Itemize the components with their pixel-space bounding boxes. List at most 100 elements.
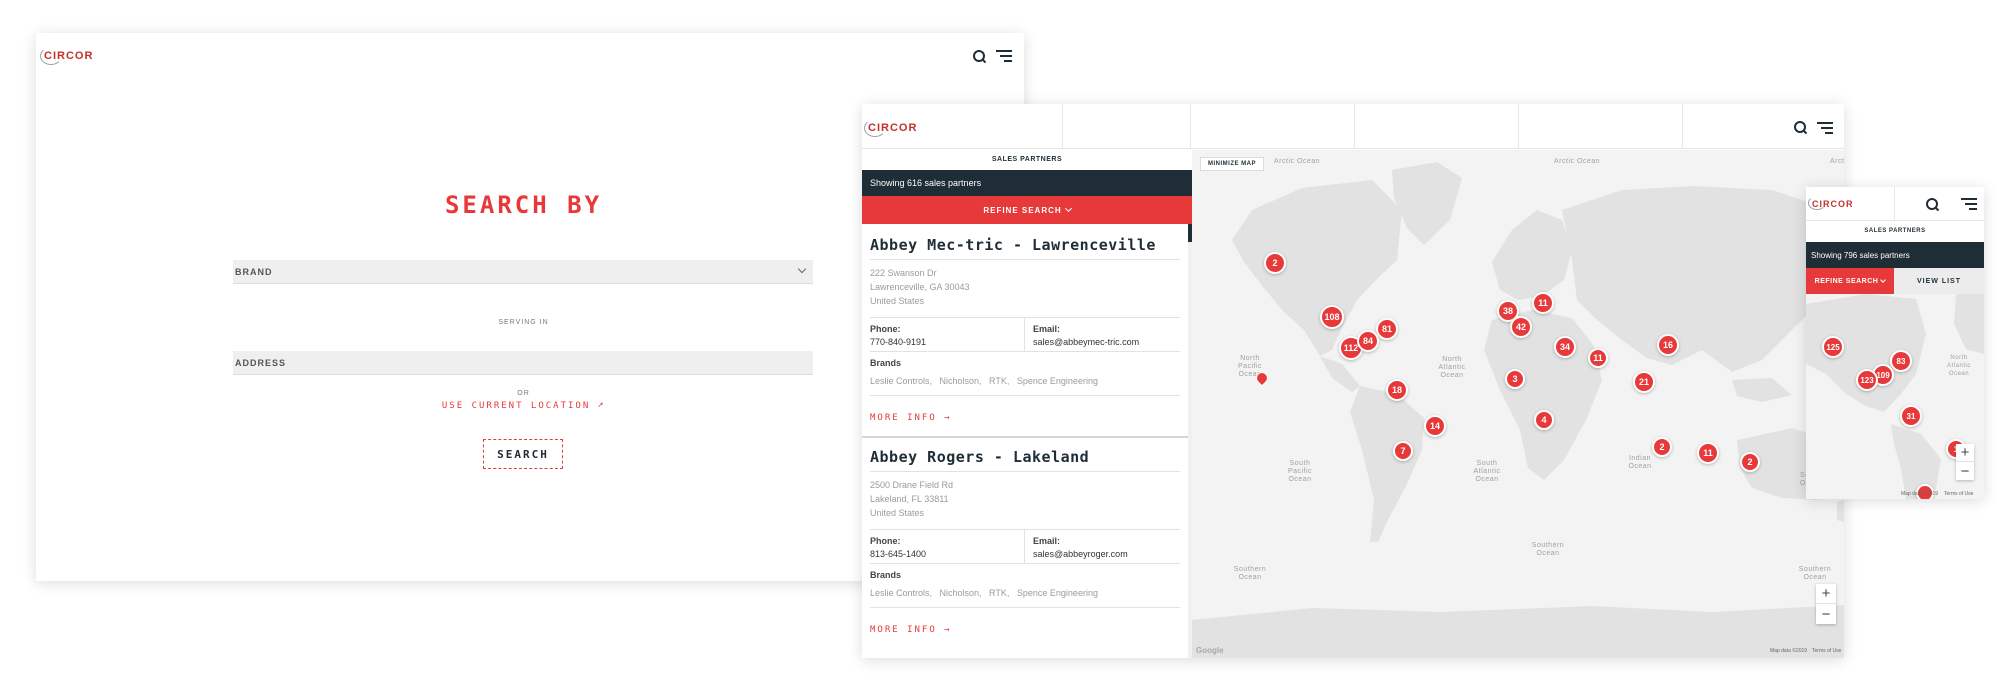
zoom-out-button[interactable]: − — [1816, 604, 1836, 624]
map-cluster-marker[interactable]: 11 — [1588, 348, 1608, 368]
map-cluster-marker[interactable]: 81 — [1376, 318, 1398, 340]
desktop-map-panel: CIRCOR SALES PARTNERS Showing 616 sales … — [862, 104, 1844, 658]
map-cluster-marker[interactable]: 21 — [1633, 371, 1655, 393]
email-label: Email: — [1033, 324, 1061, 334]
menu-icon[interactable] — [1817, 122, 1833, 134]
minimize-map-label: MINIMIZE MAP — [1208, 161, 1256, 167]
phone-value[interactable]: 813-645-1400 — [870, 549, 926, 559]
nav-divider — [1062, 104, 1063, 149]
view-list-button[interactable]: VIEW LIST — [1894, 268, 1984, 294]
more-info-link[interactable]: MORE INFO → — [870, 625, 952, 635]
partner-name[interactable]: Abbey Rogers - Lakeland — [870, 448, 1089, 466]
card-divider — [870, 563, 1180, 564]
email-value[interactable]: sales@abbeymec-tric.com — [1033, 337, 1139, 347]
zoom-in-button[interactable]: + — [1816, 584, 1836, 604]
map-cluster-marker[interactable]: 83 — [1890, 350, 1912, 372]
map-cluster-marker[interactable]: 84 — [1357, 330, 1379, 352]
logo-ring — [864, 119, 886, 137]
map-cluster-marker[interactable]: 31 — [1900, 405, 1922, 427]
more-info-label: MORE INFO — [870, 413, 937, 423]
map-cluster-marker[interactable]: 11 — [1697, 442, 1719, 464]
map-cluster-marker[interactable]: 125 — [1822, 336, 1844, 358]
refine-search-button[interactable]: REFINE SEARCH — [862, 196, 1192, 224]
terms-link[interactable]: Terms of Use — [1944, 491, 1973, 497]
google-logo[interactable]: Google — [1196, 646, 1224, 655]
map-land — [1192, 162, 1844, 658]
ocean-label: North Atlantic Ocean — [1438, 356, 1466, 379]
map-cluster-marker[interactable]: 7 — [1393, 441, 1413, 461]
partner-card[interactable]: Abbey Mec-tric - Lawrenceville 222 Swans… — [862, 224, 1188, 436]
logo-ring — [1808, 196, 1826, 210]
search-button-label: SEARCH — [497, 447, 549, 461]
ocean-label: Southern Ocean — [1233, 566, 1267, 581]
zoom-out-button[interactable]: − — [1956, 462, 1974, 480]
map-cluster-marker[interactable]: 42 — [1510, 316, 1532, 338]
sales-partners-label: SALES PARTNERS — [1864, 228, 1926, 234]
partner-name[interactable]: Abbey Mec-tric - Lawrenceville — [870, 236, 1156, 254]
email-label: Email: — [1033, 536, 1061, 546]
brands-value: Leslie Controls, Nicholson, RTK, Spence … — [870, 376, 1098, 386]
partner-address: 2500 Drane Field Rd Lakeland, FL 33811 U… — [870, 478, 953, 520]
email-value[interactable]: sales@abbeyroger.com — [1033, 549, 1128, 559]
map-cluster-marker[interactable]: 4 — [1534, 410, 1554, 430]
circor-logo[interactable]: CIRCOR — [40, 47, 93, 65]
brand-select[interactable]: BRAND — [233, 260, 813, 284]
ocean-label: Southern Ocean — [1798, 566, 1832, 581]
map-cluster-marker[interactable]: 3 — [1505, 369, 1525, 389]
use-location-label: USE CURRENT LOCATION — [441, 401, 591, 411]
circor-logo[interactable]: CIRCOR — [1808, 196, 1854, 210]
ocean-label: Arctic Ocean — [1554, 158, 1601, 165]
brands-value: Leslie Controls, Nicholson, RTK, Spence … — [870, 588, 1098, 598]
address-country: United States — [870, 508, 925, 518]
partner-card[interactable]: Abbey Rogers - Lakeland 2500 Drane Field… — [862, 438, 1188, 658]
map-cluster-marker[interactable]: 108 — [1320, 305, 1344, 329]
menu-icon[interactable] — [1961, 198, 1977, 210]
refine-search-button[interactable]: REFINE SEARCH — [1806, 268, 1894, 294]
search-icon[interactable] — [973, 50, 987, 64]
minimize-map-button[interactable]: MINIMIZE MAP — [1200, 157, 1264, 171]
circor-logo[interactable]: CIRCOR — [864, 119, 917, 137]
sales-partners-label: SALES PARTNERS — [991, 156, 1063, 163]
map-cluster-marker[interactable]: 34 — [1554, 336, 1576, 358]
map-cluster-marker[interactable]: 11 — [1532, 292, 1554, 314]
world-map[interactable]: MINIMIZE MAP Arctic Ocean Arctic Ocean A… — [1192, 150, 1844, 658]
map-data-attribution: Map data ©2019 — [1901, 491, 1939, 497]
card-divider — [870, 317, 1180, 318]
search-icon[interactable] — [1926, 198, 1940, 212]
search-button[interactable]: SEARCH — [483, 439, 563, 469]
map-cluster-marker[interactable]: 18 — [1386, 379, 1408, 401]
ocean-label: Indian Ocean — [1628, 455, 1652, 470]
map-data-attribution: Map data ©2019 — [1770, 648, 1808, 654]
chevron-down-icon — [1880, 276, 1887, 283]
address-country: United States — [870, 296, 925, 306]
showing-count-bar: Showing 616 sales partners — [862, 170, 1192, 196]
nav-divider — [1894, 187, 1895, 221]
zoom-in-button[interactable]: + — [1956, 444, 1974, 462]
address-input[interactable]: ADDRESS — [233, 351, 813, 375]
map-cluster-marker[interactable]: 16 — [1657, 334, 1679, 356]
showing-count-text: Showing 796 sales partners — [1811, 250, 1910, 260]
card-divider — [870, 607, 1180, 608]
map-cluster-marker[interactable]: 2 — [1652, 437, 1672, 457]
menu-icon[interactable] — [996, 50, 1012, 62]
nav-divider — [1354, 104, 1355, 149]
mobile-header: CIRCOR — [1806, 187, 1984, 221]
terms-link[interactable]: Terms of Use — [1812, 648, 1841, 654]
map-cluster-marker[interactable]: 123 — [1856, 369, 1878, 391]
nav-divider — [1682, 104, 1683, 149]
ocean-label: South Atlantic Ocean — [1473, 460, 1501, 483]
map-cluster-marker[interactable]: 2 — [1740, 452, 1760, 472]
more-info-link[interactable]: MORE INFO → — [870, 413, 952, 423]
phone-value[interactable]: 770-840-9191 — [870, 337, 926, 347]
showing-count-text: Showing 616 sales partners — [870, 178, 982, 188]
map-cluster-marker[interactable]: 14 — [1424, 415, 1446, 437]
map-cluster-marker[interactable]: 2 — [1264, 252, 1286, 274]
nav-divider — [1190, 104, 1191, 149]
card-divider — [870, 529, 1180, 530]
showing-count-bar: Showing 796 sales partners — [1806, 242, 1984, 268]
ocean-label: Arct — [1830, 158, 1844, 165]
phone-divider — [1024, 317, 1025, 351]
mobile-world-map[interactable]: North Atlantic Ocean 125 83 109 123 31 1… — [1806, 294, 1984, 499]
zoom-control: + − — [1956, 444, 1974, 480]
search-icon[interactable] — [1794, 121, 1808, 135]
